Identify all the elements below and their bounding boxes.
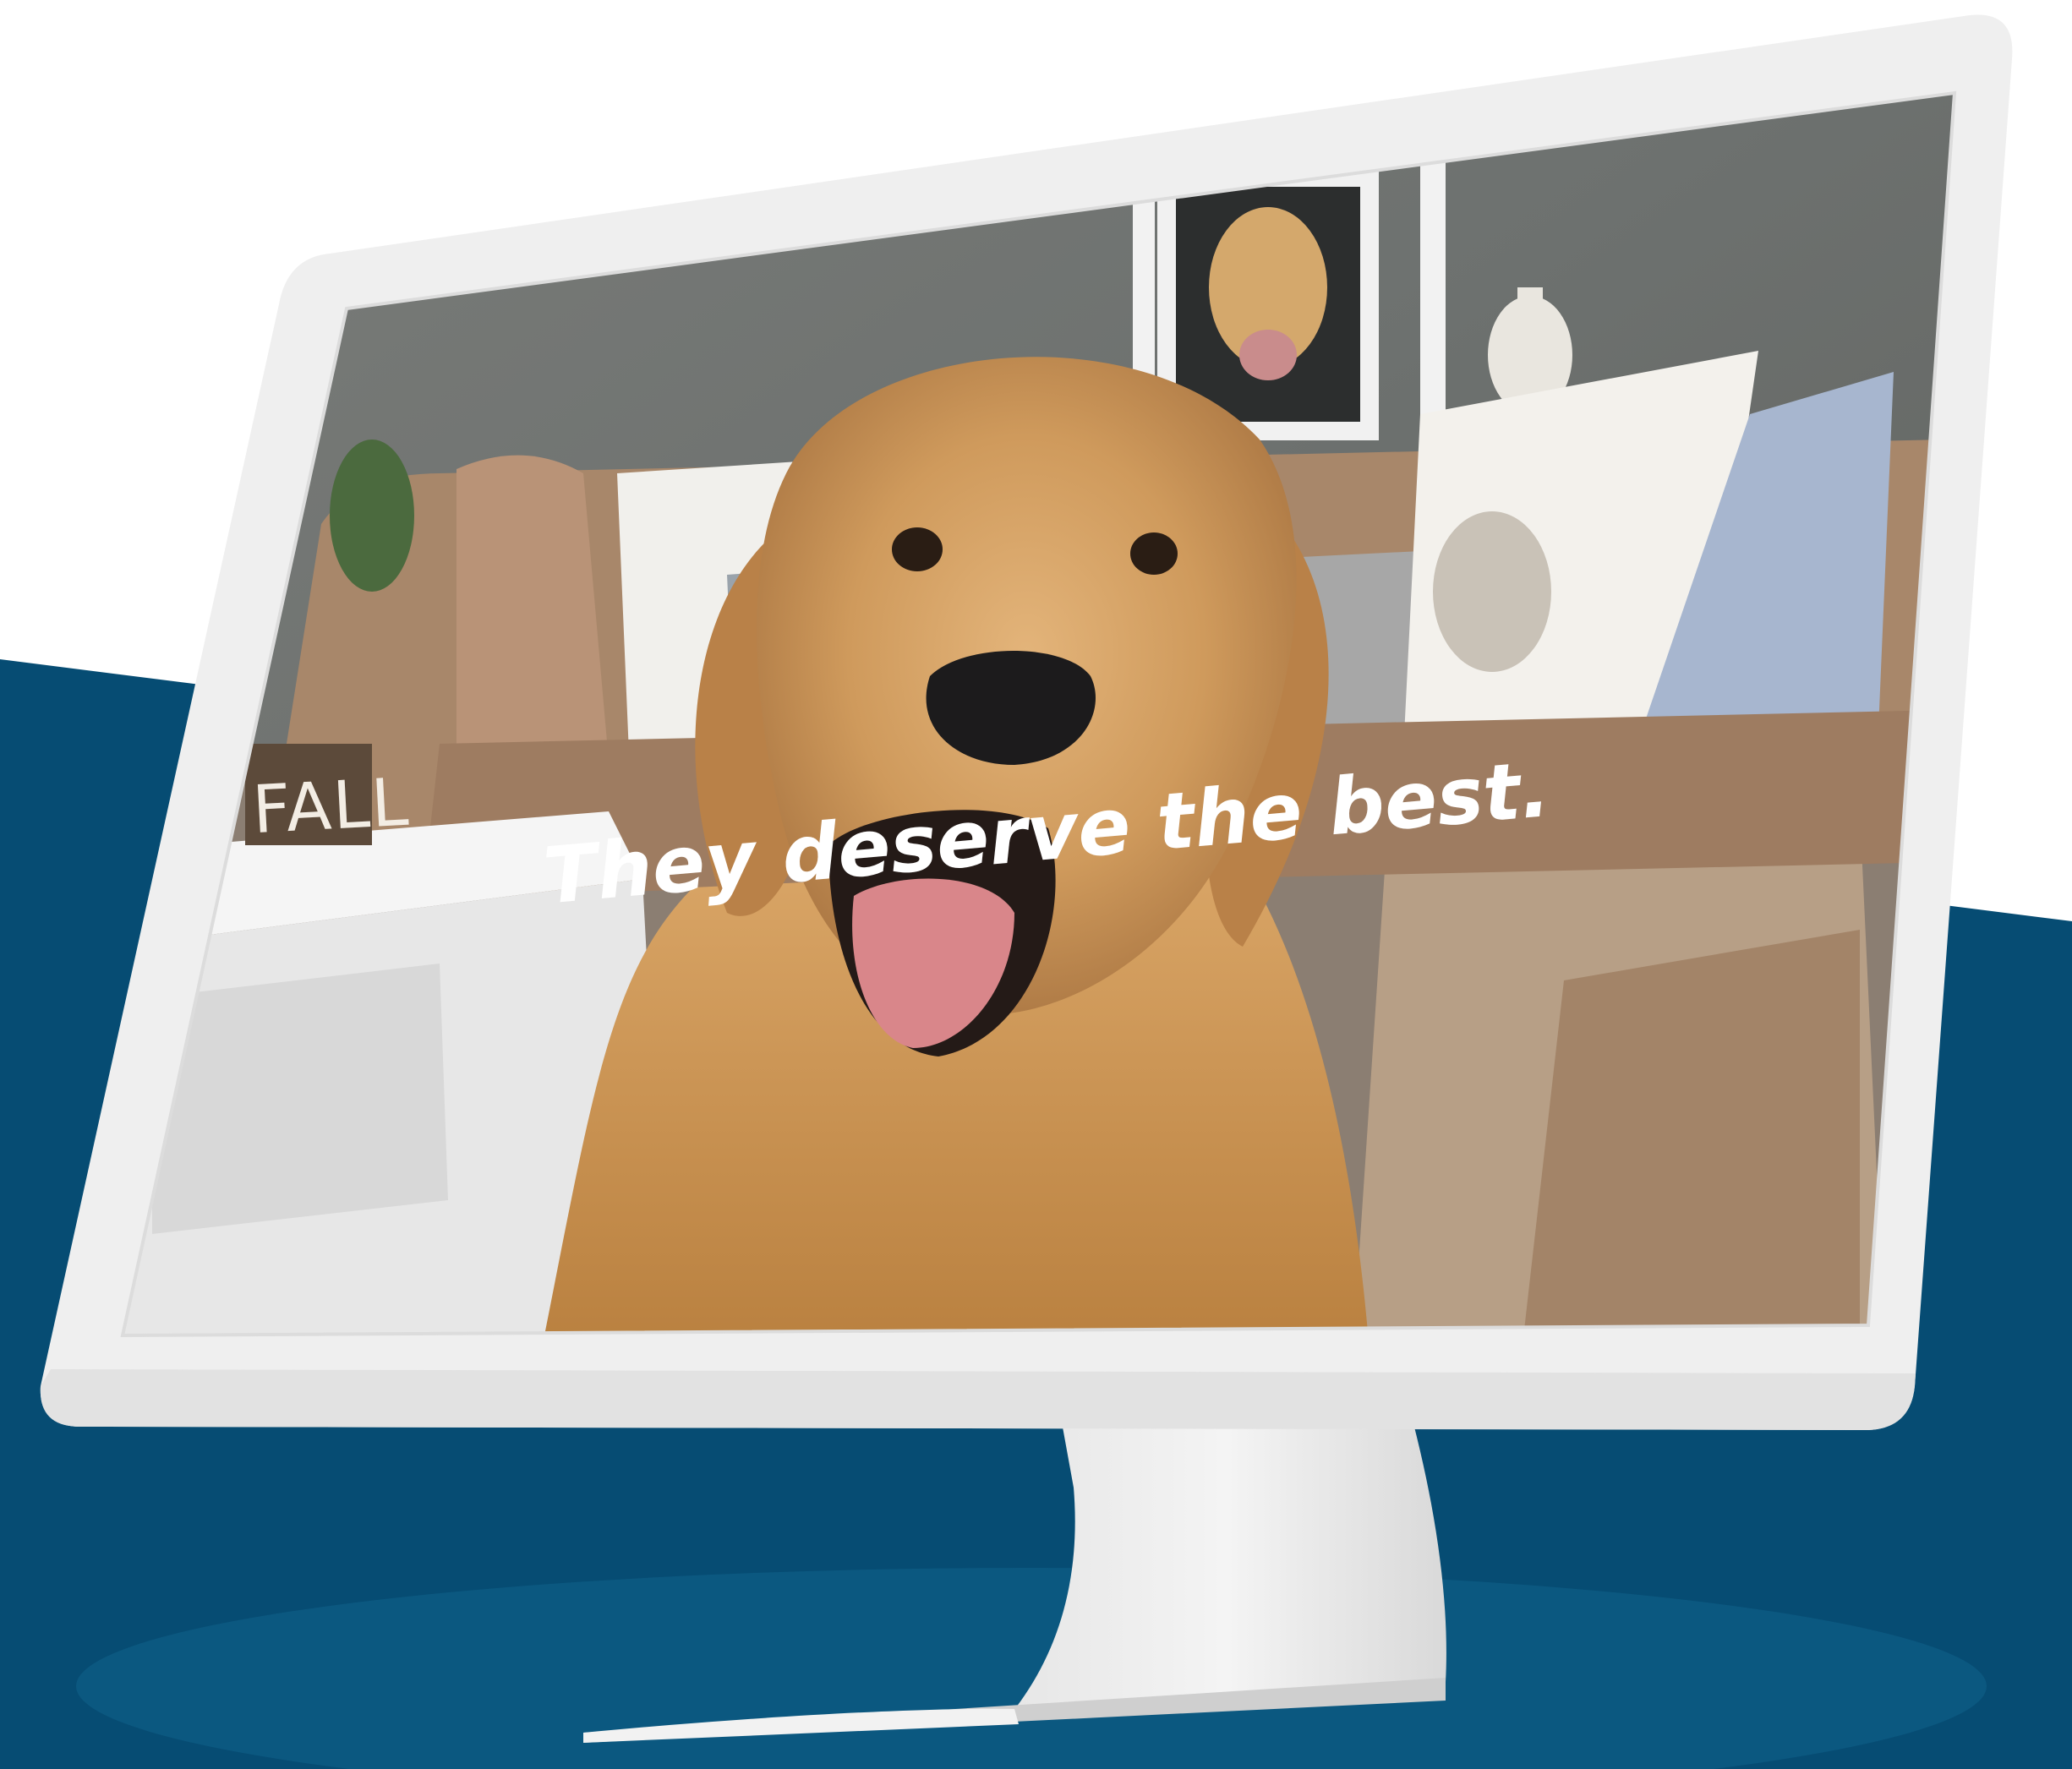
hero-illustration: FALL They deserve the best. bbox=[0, 14, 2072, 1769]
marketing-hero: FALL They deserve the best. bbox=[0, 0, 2072, 1769]
fall-sign-text: FALL bbox=[251, 765, 412, 849]
